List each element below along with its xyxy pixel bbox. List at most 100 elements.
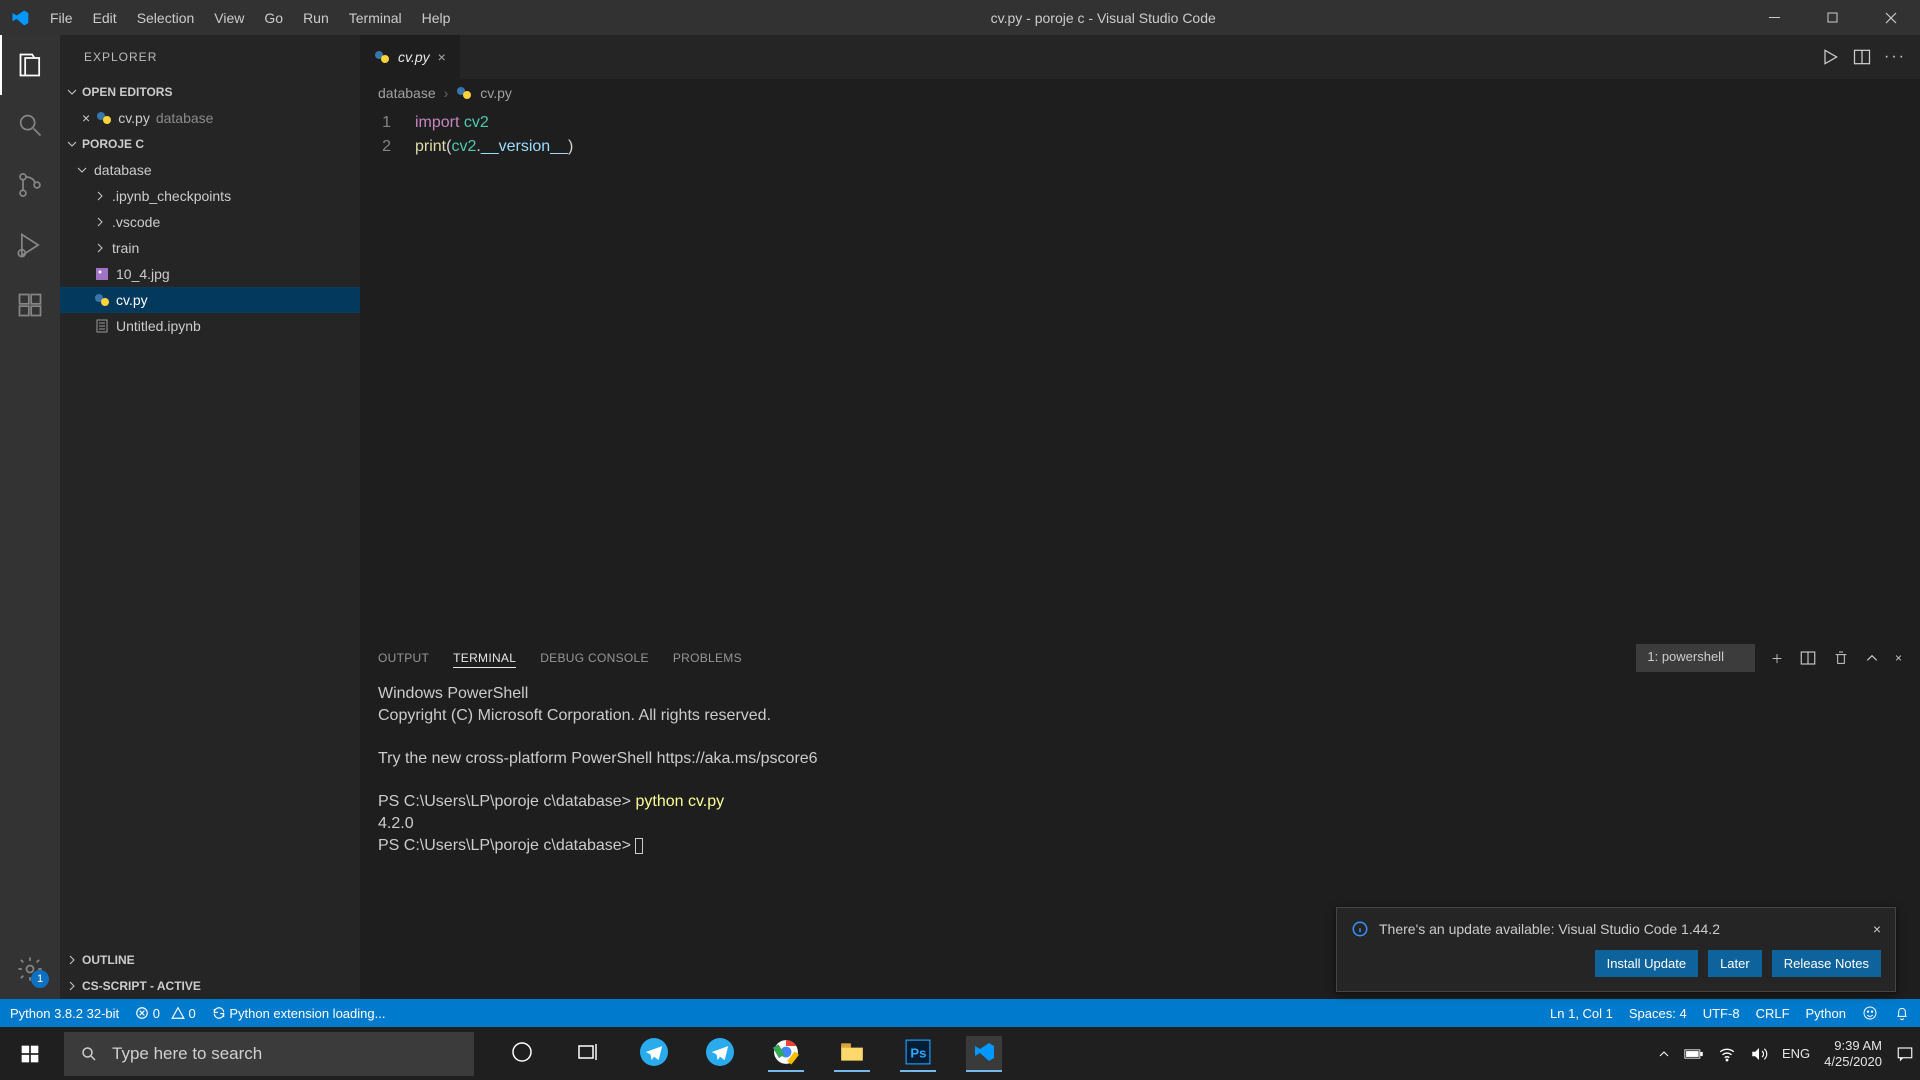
project-header[interactable]: POROJE C xyxy=(60,131,360,157)
release-notes-button[interactable]: Release Notes xyxy=(1772,950,1881,977)
action-center-icon[interactable] xyxy=(1896,1045,1914,1063)
cortana-icon[interactable] xyxy=(504,1036,540,1072)
menu-selection[interactable]: Selection xyxy=(127,0,205,35)
activity-run-debug[interactable] xyxy=(0,215,60,275)
window-controls xyxy=(1746,0,1920,35)
status-language[interactable]: Python xyxy=(1806,1006,1846,1021)
editor-area: cv.py × ··· database › cv.py 12 import c… xyxy=(360,35,1920,999)
vscode-taskbar-icon[interactable] xyxy=(966,1036,1002,1072)
tab-close-icon[interactable]: × xyxy=(438,49,446,65)
panel-tab-terminal[interactable]: TERMINAL xyxy=(453,649,516,668)
status-errors[interactable]: 0 0 xyxy=(135,1006,196,1021)
panel-tab-problems[interactable]: PROBLEMS xyxy=(673,649,742,667)
menu-view[interactable]: View xyxy=(204,0,254,35)
activity-search[interactable] xyxy=(0,95,60,155)
vscode-logo-icon xyxy=(0,8,40,28)
task-view-icon[interactable] xyxy=(570,1036,606,1072)
breadcrumb-folder[interactable]: database xyxy=(378,85,436,101)
wifi-icon[interactable] xyxy=(1718,1045,1736,1063)
open-editors-header[interactable]: OPEN EDITORS xyxy=(60,79,360,105)
code-content[interactable]: import cv2 print(cv2.__version__) xyxy=(415,111,573,639)
tree-file-image[interactable]: 10_4.jpg xyxy=(60,261,360,287)
menu-edit[interactable]: Edit xyxy=(83,0,127,35)
menu-terminal[interactable]: Terminal xyxy=(339,0,412,35)
python-file-icon xyxy=(94,292,110,308)
tree-folder-checkpoints[interactable]: .ipynb_checkpoints xyxy=(60,183,360,209)
image-file-icon xyxy=(94,266,110,282)
window-title: cv.py - poroje c - Visual Studio Code xyxy=(460,10,1746,26)
titlebar: File Edit Selection View Go Run Terminal… xyxy=(0,0,1920,35)
tree-item-label: .ipynb_checkpoints xyxy=(112,188,231,204)
info-icon xyxy=(1351,920,1369,938)
notification-text: There's an update available: Visual Stud… xyxy=(1379,921,1720,937)
close-button[interactable] xyxy=(1862,0,1920,35)
taskbar-clock[interactable]: 9:39 AM 4/25/2020 xyxy=(1824,1038,1882,1070)
file-explorer-icon[interactable] xyxy=(834,1036,870,1072)
menu-run[interactable]: Run xyxy=(293,0,339,35)
open-editor-filename: cv.py xyxy=(118,110,150,126)
tray-chevron-up-icon[interactable] xyxy=(1658,1048,1670,1060)
language-indicator[interactable]: ENG xyxy=(1782,1046,1810,1061)
split-editor-icon[interactable] xyxy=(1852,47,1872,67)
breadcrumb[interactable]: database › cv.py xyxy=(360,79,1920,107)
code-editor[interactable]: 12 import cv2 print(cv2.__version__) xyxy=(360,107,1920,639)
tree-folder-database[interactable]: database xyxy=(60,157,360,183)
taskbar-search[interactable]: Type here to search xyxy=(64,1032,474,1076)
breadcrumb-file[interactable]: cv.py xyxy=(480,85,512,101)
minimize-button[interactable] xyxy=(1746,0,1804,35)
settings-badge: 1 xyxy=(31,970,49,988)
maximize-panel-icon[interactable] xyxy=(1865,651,1879,665)
status-spaces[interactable]: Spaces: 4 xyxy=(1629,1006,1687,1021)
file-tree: database .ipynb_checkpoints .vscode trai… xyxy=(60,157,360,947)
menu-go[interactable]: Go xyxy=(254,0,293,35)
telegram-icon[interactable] xyxy=(636,1036,672,1072)
project-label: POROJE C xyxy=(82,137,144,151)
open-editor-item[interactable]: × cv.py database xyxy=(60,105,360,131)
chrome-icon[interactable] xyxy=(768,1036,804,1072)
photoshop-icon[interactable]: Ps xyxy=(900,1036,936,1072)
tree-file-cvpy[interactable]: cv.py xyxy=(60,287,360,313)
activity-settings[interactable]: 1 xyxy=(0,939,60,999)
status-encoding[interactable]: UTF-8 xyxy=(1703,1006,1740,1021)
status-python-version[interactable]: Python 3.8.2 32-bit xyxy=(10,1006,119,1021)
more-icon[interactable]: ··· xyxy=(1884,48,1906,66)
telegram-icon-2[interactable] xyxy=(702,1036,738,1072)
tree-file-notebook[interactable]: Untitled.ipynb xyxy=(60,313,360,339)
close-panel-icon[interactable]: × xyxy=(1895,651,1902,665)
status-eol[interactable]: CRLF xyxy=(1756,1006,1790,1021)
outline-header[interactable]: OUTLINE xyxy=(60,947,360,973)
later-button[interactable]: Later xyxy=(1708,950,1762,977)
line-gutter: 12 xyxy=(360,111,415,639)
terminal-select[interactable]: 1: powershell xyxy=(1636,644,1755,672)
editor-tab-cvpy[interactable]: cv.py × xyxy=(360,35,460,79)
csscript-header[interactable]: CS-SCRIPT - ACTIVE xyxy=(60,973,360,999)
menu-help[interactable]: Help xyxy=(412,0,461,35)
install-update-button[interactable]: Install Update xyxy=(1595,950,1699,977)
activity-explorer[interactable] xyxy=(0,35,60,95)
panel-tab-debug[interactable]: DEBUG CONSOLE xyxy=(540,649,649,667)
python-file-icon xyxy=(96,110,112,126)
notification-close-icon[interactable]: × xyxy=(1873,921,1881,937)
activity-source-control[interactable] xyxy=(0,155,60,215)
run-icon[interactable] xyxy=(1820,47,1840,67)
maximize-button[interactable] xyxy=(1804,0,1862,35)
new-terminal-icon[interactable]: ＋ xyxy=(1771,650,1783,667)
status-feedback-icon[interactable] xyxy=(1862,1005,1878,1021)
status-lncol[interactable]: Ln 1, Col 1 xyxy=(1550,1006,1613,1021)
python-file-icon xyxy=(456,85,472,101)
split-terminal-icon[interactable] xyxy=(1799,649,1817,667)
svg-text:Ps: Ps xyxy=(910,1045,926,1060)
battery-icon[interactable] xyxy=(1684,1047,1704,1061)
volume-icon[interactable] xyxy=(1750,1045,1768,1063)
chevron-right-icon: › xyxy=(444,85,449,101)
start-button[interactable] xyxy=(0,1027,60,1080)
menu-file[interactable]: File xyxy=(40,0,83,35)
activity-extensions[interactable] xyxy=(0,275,60,335)
kill-terminal-icon[interactable] xyxy=(1833,650,1849,666)
windows-taskbar: Type here to search Ps ENG 9:39 AM 4/25/… xyxy=(0,1027,1920,1080)
panel-tab-output[interactable]: OUTPUT xyxy=(378,649,429,667)
tree-folder-vscode[interactable]: .vscode xyxy=(60,209,360,235)
tree-folder-train[interactable]: train xyxy=(60,235,360,261)
status-bell-icon[interactable] xyxy=(1894,1005,1910,1021)
close-file-icon[interactable]: × xyxy=(82,110,90,126)
